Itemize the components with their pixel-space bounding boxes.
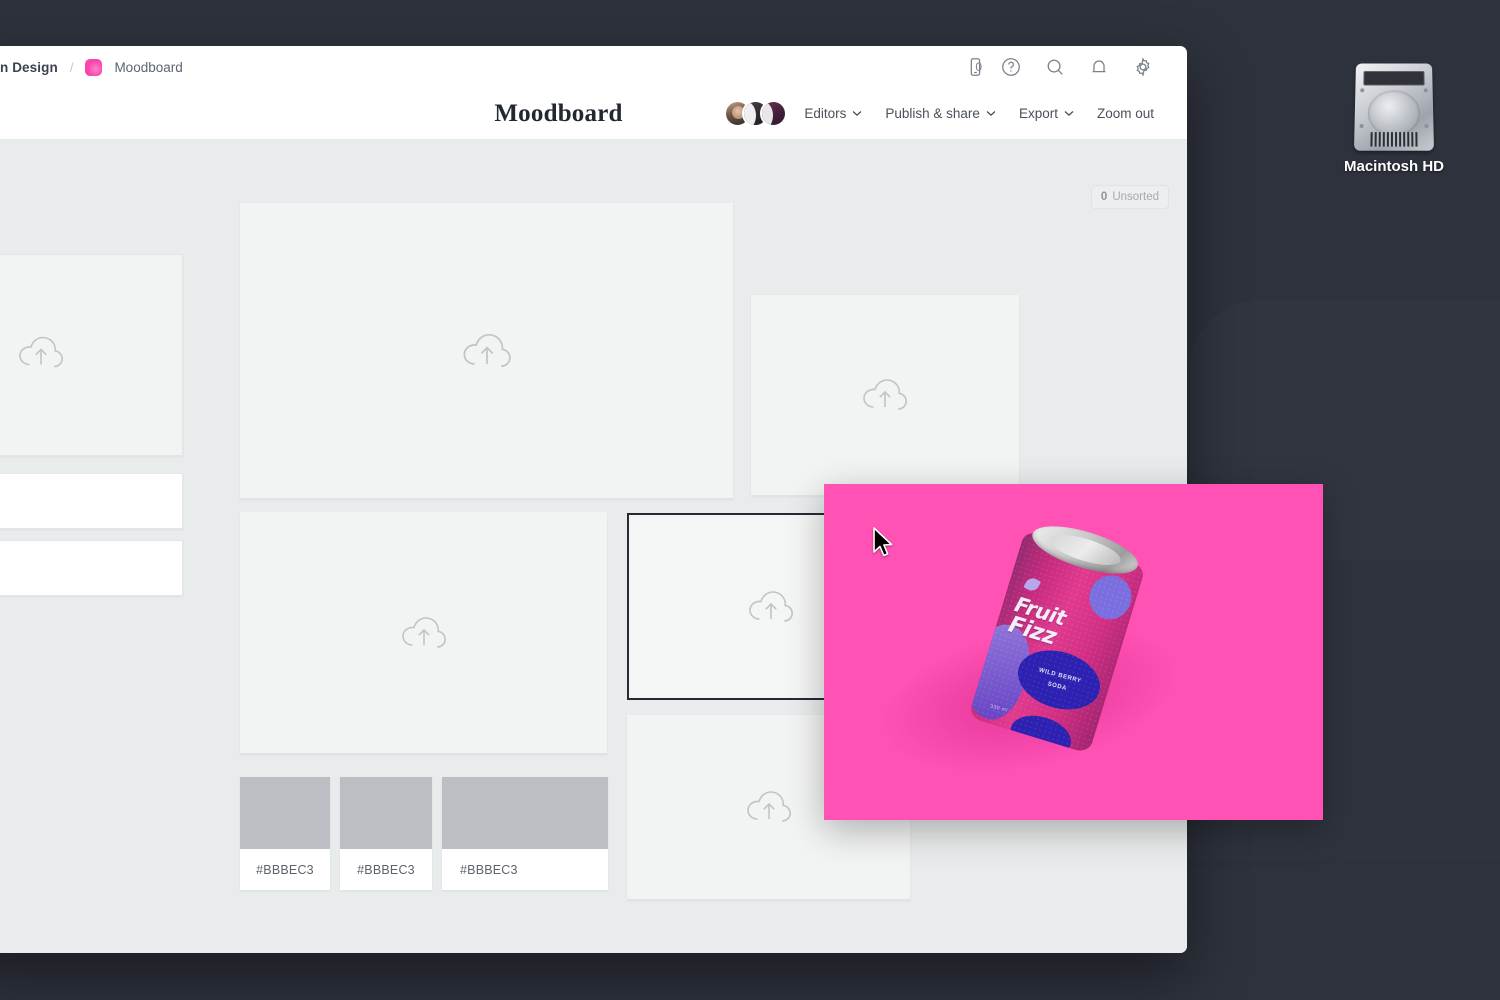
color-chip: [240, 777, 330, 849]
color-chip: [442, 777, 608, 849]
title-actions: Editors Publish & share Export: [724, 88, 1154, 139]
cloud-upload-icon: [460, 330, 514, 371]
color-hex-value: #BBBEC3: [357, 863, 415, 877]
mobile-preview-button[interactable]: 0: [964, 56, 978, 78]
help-icon[interactable]: [1000, 56, 1022, 78]
color-hex-value: #BBBEC3: [460, 863, 518, 877]
title-bar: Moodboard Editors Publish & share: [0, 88, 1187, 140]
color-swatch-3[interactable]: #BBBEC3: [442, 777, 608, 890]
upload-card-3[interactable]: [240, 512, 607, 754]
search-icon[interactable]: [1044, 56, 1066, 78]
chevron-down-icon: [986, 110, 996, 117]
cloud-upload-icon: [744, 788, 794, 826]
unsorted-count: 0: [1101, 191, 1107, 203]
breadcrumb-separator: /: [70, 60, 74, 75]
color-hex-row: #BBBEC3: [442, 849, 608, 890]
toolbar-icons: 0: [964, 56, 1154, 78]
color-hex-row: #BBBEC3: [240, 849, 330, 890]
notifications-icon[interactable]: [1088, 56, 1110, 78]
color-hex-row: #BBBEC3: [340, 849, 432, 890]
color-swatch-1[interactable]: #BBBEC3: [240, 777, 330, 890]
mobile-preview-count: 0: [975, 60, 982, 74]
upload-card-1[interactable]: [240, 203, 733, 499]
url-input-2[interactable]: Enter a URL...: [0, 540, 183, 596]
editor-avatars[interactable]: [724, 100, 787, 127]
publish-share-label: Publish & share: [885, 106, 980, 121]
unsorted-label: Unsorted: [1112, 191, 1159, 203]
status-badge[interactable]: 0 Unsorted: [1091, 185, 1169, 209]
breadcrumb-parent[interactable]: n Design: [0, 60, 58, 75]
cloud-upload-icon: [746, 588, 796, 626]
cloud-upload-icon: [860, 376, 910, 414]
page-title: Moodboard: [494, 100, 622, 128]
publish-share-button[interactable]: Publish & share: [885, 106, 996, 121]
cloud-upload-icon: [399, 614, 449, 652]
board-color-swatch-icon: [85, 59, 102, 76]
export-button[interactable]: Export: [1019, 106, 1074, 121]
mouse-cursor: [872, 527, 894, 559]
color-chip: [340, 777, 432, 849]
desktop-icon-macintosh-hd[interactable]: Macintosh HD: [1323, 62, 1465, 175]
settings-icon[interactable]: [1132, 56, 1154, 78]
hard-drive-icon: [1354, 64, 1434, 151]
panel-upload-card[interactable]: [0, 254, 183, 456]
desktop-icon-label: Macintosh HD: [1323, 158, 1465, 175]
zoom-out-button[interactable]: Zoom out: [1097, 106, 1154, 121]
export-label: Export: [1019, 106, 1058, 121]
avatar: [760, 100, 787, 127]
editors-button[interactable]: Editors: [804, 106, 862, 121]
chevron-down-icon: [1064, 110, 1074, 117]
upload-card-2[interactable]: [751, 295, 1019, 496]
url-input-1[interactable]: Enter a URL...: [0, 473, 183, 529]
desktop: Macintosh HD n Design / Moodboard 0: [0, 0, 1500, 1000]
color-swatch-2[interactable]: #BBBEC3: [340, 777, 432, 890]
breadcrumb-current[interactable]: Moodboard: [114, 60, 182, 75]
color-hex-value: #BBBEC3: [256, 863, 314, 877]
dragged-image-preview[interactable]: Fruit Fizz WILD BERRY SODA 330 ml: [824, 484, 1323, 820]
zoom-out-label: Zoom out: [1097, 106, 1154, 121]
chevron-down-icon: [852, 110, 862, 117]
cloud-upload-icon: [16, 334, 66, 377]
editors-label: Editors: [804, 106, 846, 121]
